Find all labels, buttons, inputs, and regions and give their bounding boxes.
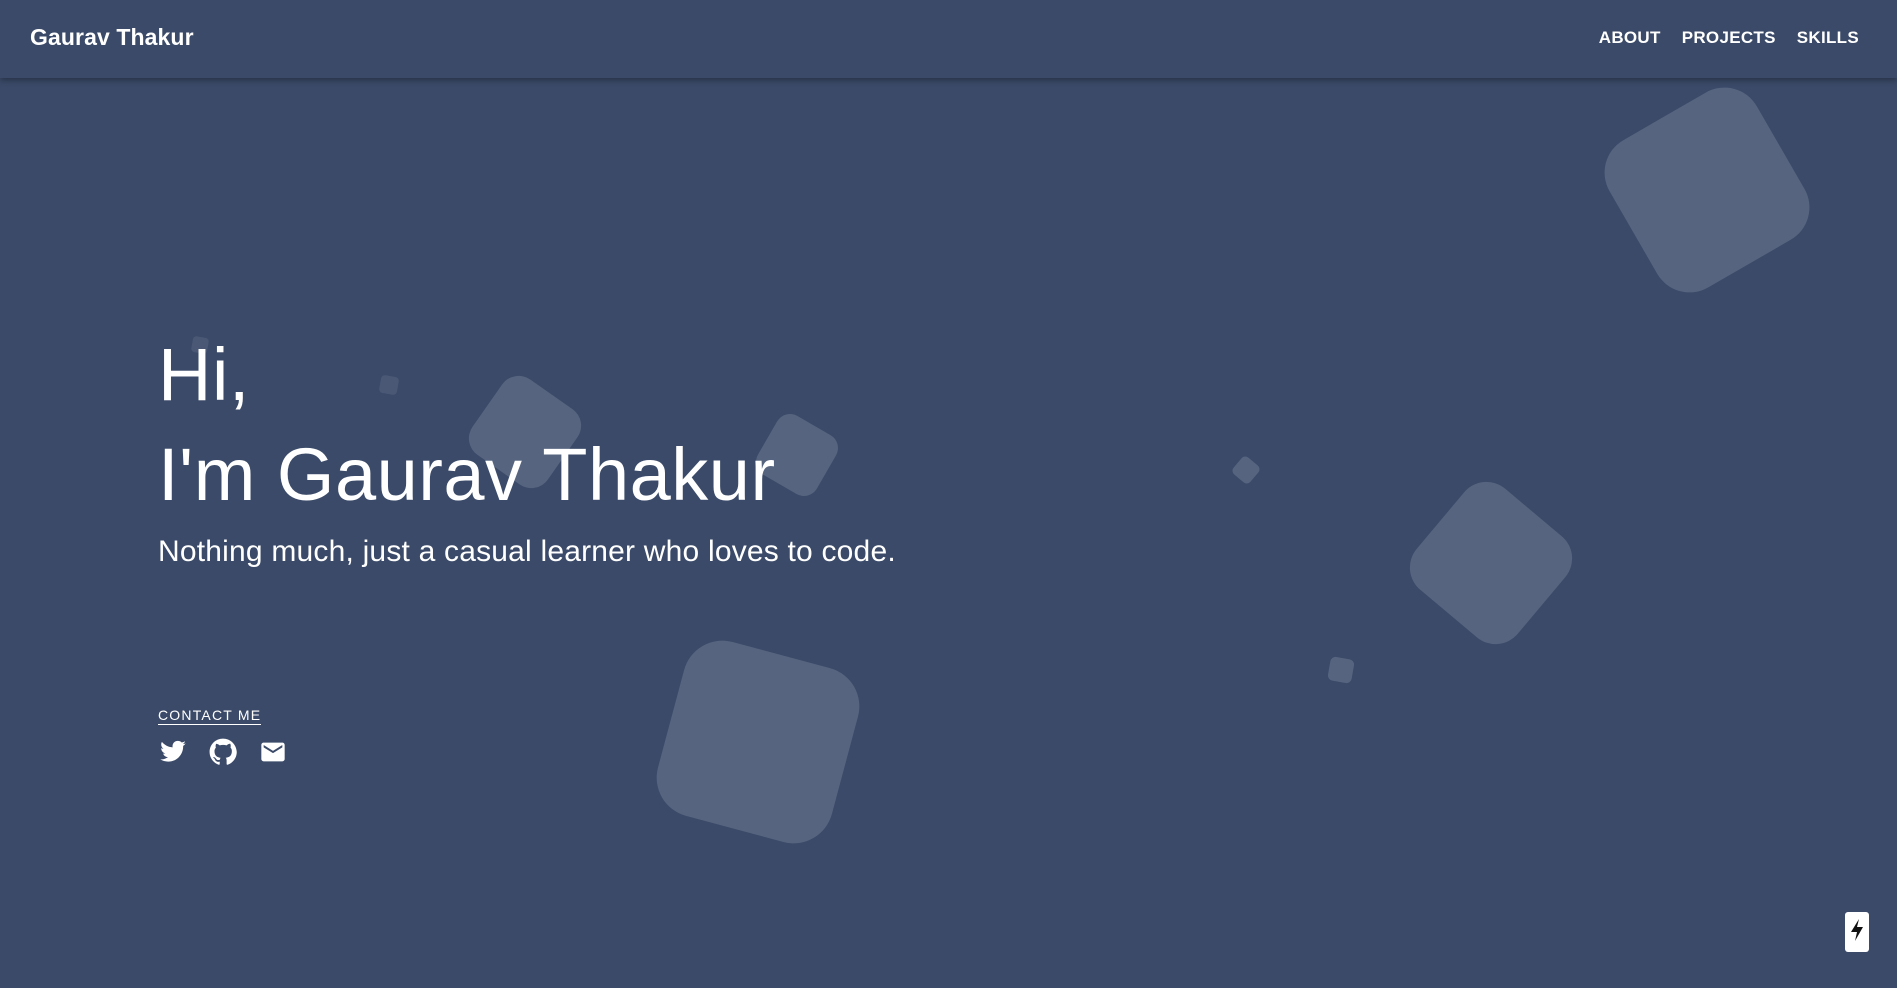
- social-links: [158, 737, 288, 767]
- page: Gaurav Thakur ABOUT PROJECTS SKILLS Hi, …: [0, 0, 1897, 988]
- lightning-bolt-button[interactable]: [1845, 912, 1869, 952]
- github-icon[interactable]: [208, 737, 238, 767]
- contact-me-link[interactable]: CONTACT ME: [158, 707, 262, 725]
- bg-shape-tiny-right: [1327, 656, 1355, 684]
- bg-shape-medium-right: [1398, 470, 1584, 656]
- twitter-icon[interactable]: [158, 737, 188, 767]
- brand-logo-link[interactable]: Gaurav Thakur: [30, 24, 194, 51]
- navbar: Gaurav Thakur ABOUT PROJECTS SKILLS: [0, 0, 1897, 78]
- nav-link-about[interactable]: ABOUT: [1599, 28, 1661, 48]
- bg-shape-large-top-right: [1590, 73, 1824, 307]
- mail-icon[interactable]: [258, 737, 288, 767]
- bg-shape-large-bottom: [647, 631, 869, 853]
- lightning-bolt-icon: [1849, 918, 1865, 947]
- nav-links: ABOUT PROJECTS SKILLS: [1599, 28, 1859, 48]
- bg-shape-tiny-center-right: [1230, 454, 1262, 486]
- hero-name: I'm Gaurav Thakur: [158, 433, 776, 516]
- contact-section: CONTACT ME: [158, 707, 288, 767]
- nav-link-projects[interactable]: PROJECTS: [1682, 28, 1776, 48]
- hero-greeting: Hi,: [158, 333, 250, 416]
- nav-link-skills[interactable]: SKILLS: [1797, 28, 1859, 48]
- hero: Hi, I'm Gaurav Thakur Nothing much, just…: [158, 325, 896, 569]
- hero-tagline: Nothing much, just a casual learner who …: [158, 535, 896, 568]
